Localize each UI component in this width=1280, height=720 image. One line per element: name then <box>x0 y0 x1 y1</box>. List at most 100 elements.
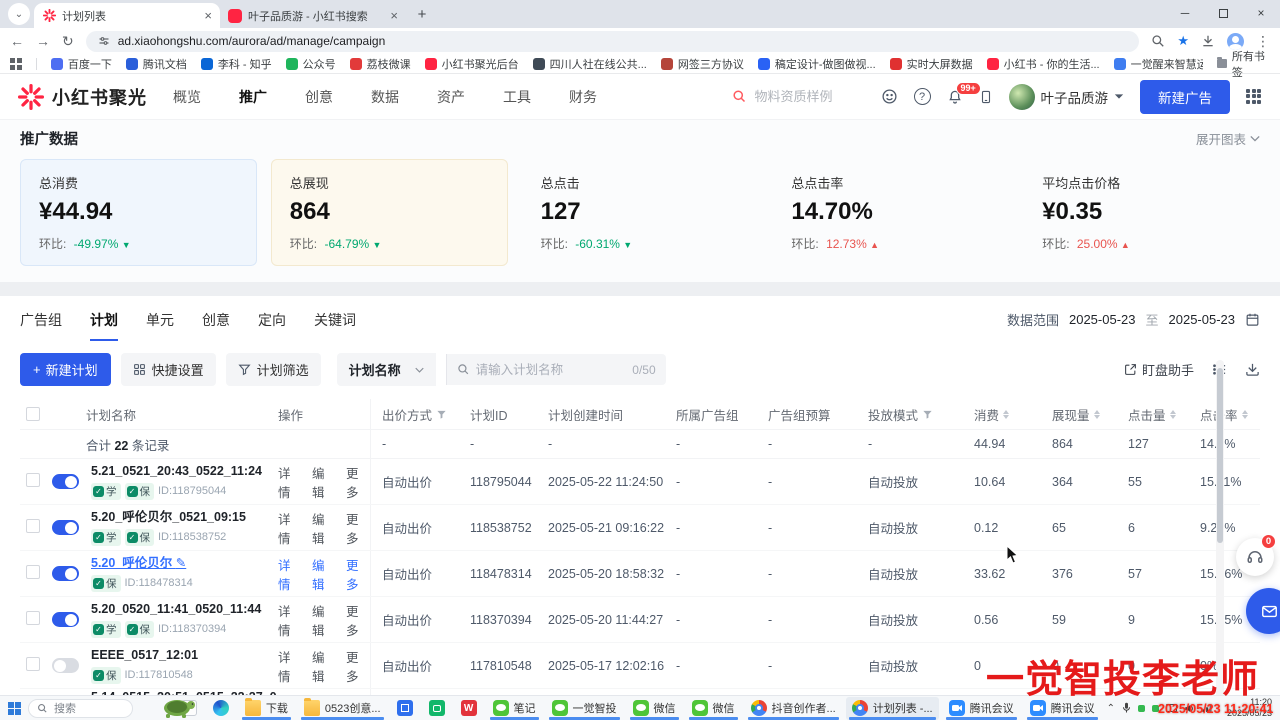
date-to[interactable]: 2025-05-23 <box>1169 312 1236 327</box>
action-编辑[interactable]: 编辑 <box>312 601 336 639</box>
start-button[interactable] <box>6 702 22 715</box>
mobile-icon[interactable] <box>979 89 993 105</box>
back-icon[interactable]: ← <box>10 34 24 48</box>
nav-item-工具[interactable]: 工具 <box>503 87 531 107</box>
new-ad-button[interactable]: 新建广告 <box>1140 80 1230 114</box>
app-logo[interactable]: 小红书聚光 <box>18 84 147 110</box>
bookmark-item[interactable]: 腾讯文档 <box>126 56 187 72</box>
tab-close-icon[interactable]: × <box>390 9 398 22</box>
action-更多[interactable]: 更多 <box>346 647 370 685</box>
bookmark-item[interactable]: 荔枝微课 <box>350 56 411 72</box>
wechat-tray-icon[interactable] <box>1152 705 1159 712</box>
row-checkbox[interactable] <box>26 565 40 579</box>
plan-name-select[interactable]: 计划名称 <box>337 353 436 386</box>
plan-name[interactable]: 5.20_0520_11:41_0520_11:44 <box>91 601 261 618</box>
taskbar-item-一觉智投[interactable]: 一觉智投 <box>546 697 623 720</box>
action-详情[interactable]: 详情 <box>278 601 302 639</box>
tray-clock[interactable]: 11:20 2025/05/23 <box>1220 697 1272 719</box>
speaker-icon[interactable] <box>1184 703 1195 714</box>
tab-广告组[interactable]: 广告组 <box>20 310 62 341</box>
network-icon[interactable] <box>1202 703 1213 713</box>
scrollbar-thumb[interactable] <box>1217 368 1223 543</box>
tab-计划[interactable]: 计划 <box>90 310 118 341</box>
filter-funnel-icon[interactable] <box>436 409 447 420</box>
row-checkbox[interactable] <box>26 611 40 625</box>
sort-icon[interactable] <box>1003 410 1009 419</box>
taskbar-item-greenbag[interactable] <box>423 697 451 720</box>
bookmark-item[interactable]: 稿定设计-做图做视... <box>758 56 876 72</box>
export-download-icon[interactable] <box>1245 362 1260 377</box>
forward-icon[interactable]: → <box>36 34 50 48</box>
taskbar-item-计划列表 -...[interactable]: 计划列表 -... <box>846 697 939 720</box>
sort-icon[interactable] <box>1242 410 1248 419</box>
notification-bell-icon[interactable]: 99+ <box>947 89 963 105</box>
help-icon[interactable]: ? <box>914 88 931 105</box>
action-详情[interactable]: 详情 <box>278 647 302 685</box>
taskbar-search[interactable]: 搜索 <box>28 699 133 718</box>
date-range[interactable]: 数据范围 2025-05-23 至 2025-05-23 <box>1007 310 1260 329</box>
header-search-input[interactable] <box>755 89 865 104</box>
new-plan-button[interactable]: + 新建计划 <box>20 353 111 386</box>
date-from[interactable]: 2025-05-23 <box>1069 312 1136 327</box>
taskbar-item-0523创意...[interactable]: 0523创意... <box>298 697 387 720</box>
stat-card[interactable]: 总展现 864 环比: -64.79% ▼ <box>271 159 508 266</box>
microphone-icon[interactable] <box>1122 702 1131 714</box>
action-更多[interactable]: 更多 <box>346 555 370 593</box>
row-toggle[interactable] <box>52 566 79 581</box>
window-maximize-button[interactable] <box>1204 0 1242 26</box>
plan-name[interactable]: EEEE_0517_12:01 <box>91 647 198 664</box>
nav-item-资产[interactable]: 资产 <box>437 87 465 107</box>
new-tab-button[interactable]: + <box>410 2 434 26</box>
row-toggle[interactable] <box>52 520 79 535</box>
bookmark-item[interactable]: 小红书聚光后台 <box>425 56 519 72</box>
bookmark-item[interactable]: 实时大屏数据 <box>890 56 973 72</box>
calendar-icon[interactable] <box>1245 312 1260 327</box>
row-checkbox[interactable] <box>26 657 40 671</box>
browser-tab-active[interactable]: 计划列表 × <box>34 3 220 28</box>
plan-name[interactable]: 5.20_呼伦贝尔_0521_09:15 <box>91 509 246 526</box>
row-toggle[interactable] <box>52 612 79 627</box>
bookmark-item[interactable]: 李科 - 知乎 <box>201 56 272 72</box>
url-bar[interactable]: ad.xiaohongshu.com/aurora/ad/manage/camp… <box>86 31 1140 52</box>
nav-item-数据[interactable]: 数据 <box>371 87 399 107</box>
support-headset-button[interactable]: 0 <box>1236 538 1274 576</box>
action-更多[interactable]: 更多 <box>346 463 370 501</box>
nav-item-财务[interactable]: 财务 <box>569 87 597 107</box>
all-bookmarks-button[interactable]: 所有书签 <box>1217 48 1270 80</box>
tab-单元[interactable]: 单元 <box>146 310 174 341</box>
bookmark-item[interactable]: 小红书 - 你的生活... <box>987 56 1100 72</box>
taskbar-item-笔记[interactable]: 笔记 <box>487 697 542 720</box>
header-search[interactable] <box>732 89 865 104</box>
reload-icon[interactable]: ↻ <box>62 34 74 48</box>
bookmark-item[interactable]: 公众号 <box>286 56 336 72</box>
menu-dots-icon[interactable]: ⋮ <box>1256 34 1270 48</box>
nav-item-概览[interactable]: 概览 <box>173 87 201 107</box>
bookmark-star-icon[interactable]: ★ <box>1177 33 1189 49</box>
wechat-tray-icon[interactable] <box>1138 705 1145 712</box>
tab-search-button[interactable]: ⌄ <box>8 3 30 25</box>
monitor-helper-button[interactable]: 盯盘助手 <box>1124 360 1194 379</box>
profile-avatar-icon[interactable] <box>1227 33 1244 50</box>
bookmark-item[interactable]: 百度一下 <box>51 56 112 72</box>
action-编辑[interactable]: 编辑 <box>312 463 336 501</box>
stat-card[interactable]: 总点击率 14.70% 环比: 12.73% ▲ <box>772 159 1009 266</box>
tab-创意[interactable]: 创意 <box>202 310 230 341</box>
bookmark-item[interactable]: 网签三方协议 <box>661 56 744 72</box>
display-icon[interactable] <box>1166 704 1177 712</box>
downloads-icon[interactable] <box>1201 34 1215 48</box>
taskbar-item-下载[interactable]: 下载 <box>239 697 294 720</box>
sort-icon[interactable] <box>1094 410 1100 419</box>
nav-item-创意[interactable]: 创意 <box>305 87 333 107</box>
plan-name[interactable]: 5.20_呼伦贝尔 ✎ <box>91 555 193 572</box>
select-all-checkbox[interactable] <box>26 407 40 421</box>
action-编辑[interactable]: 编辑 <box>312 647 336 685</box>
bookmark-item[interactable]: 一觉醒来智慧运营v... <box>1114 56 1203 72</box>
taskbar-item-腾讯会议[interactable]: 腾讯会议 <box>1024 697 1101 720</box>
app-grid-menu-icon[interactable] <box>1246 89 1262 105</box>
expand-chart-button[interactable]: 展开图表 <box>1196 129 1260 148</box>
action-更多[interactable]: 更多 <box>346 509 370 547</box>
edit-pencil-icon[interactable]: ✎ <box>176 556 186 570</box>
action-详情[interactable]: 详情 <box>278 463 302 501</box>
action-详情[interactable]: 详情 <box>278 555 302 593</box>
stat-card[interactable]: 总消费 ¥44.94 环比: -49.97% ▼ <box>20 159 257 266</box>
